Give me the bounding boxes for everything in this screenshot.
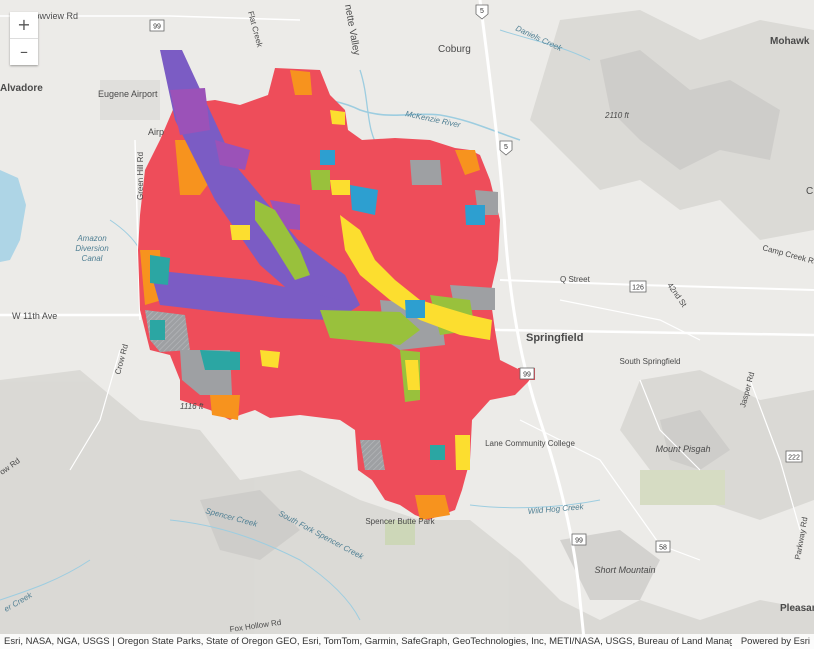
label-springfield: Springfield xyxy=(526,332,583,344)
label-elev-1116: 1116 ft xyxy=(180,402,204,411)
zoom-control: + – xyxy=(10,12,38,65)
label-c: C xyxy=(806,186,813,197)
shield-99-south: 99 xyxy=(571,533,587,546)
label-q-street: Q Street xyxy=(560,275,591,284)
park-area xyxy=(640,470,725,505)
label-amazon-1: Amazon xyxy=(76,234,107,243)
shield-58: 58 xyxy=(655,540,671,553)
shield-99: 99 xyxy=(149,19,165,32)
label-spencer-butte: Spencer Butte Park xyxy=(365,517,435,526)
label-pleasant: Pleasant xyxy=(780,603,814,614)
label-coburg: Coburg xyxy=(438,44,471,55)
label-green-hill: Green Hill Rd xyxy=(136,152,145,200)
label-short-mountain: Short Mountain xyxy=(594,565,655,575)
shield-126: 126 xyxy=(629,280,647,293)
svg-text:58: 58 xyxy=(659,545,667,552)
label-mount-pisgah: Mount Pisgah xyxy=(655,444,710,454)
svg-text:5: 5 xyxy=(504,144,508,151)
map-canvas[interactable]: 99 5 5 126 222 58 99 99 Meadowview Rd Co… xyxy=(0,0,814,649)
label-mohawk: Mohawk xyxy=(770,36,810,47)
label-amazon-3: Canal xyxy=(82,254,103,263)
label-amazon-2: Diversion xyxy=(75,244,109,253)
svg-text:126: 126 xyxy=(632,285,644,292)
powered-by-esri[interactable]: Powered by Esri xyxy=(741,634,810,649)
svg-text:99: 99 xyxy=(153,24,161,31)
label-elev-2110: 2110 ft xyxy=(604,111,630,120)
attribution-bar: Esri, NASA, NGA, USGS | Oregon State Par… xyxy=(0,634,814,649)
label-eugene-airport: Eugene Airport xyxy=(98,89,158,99)
svg-text:222: 222 xyxy=(788,455,800,462)
attribution-sources: Esri, NASA, NGA, USGS | Oregon State Par… xyxy=(4,636,732,647)
svg-text:5: 5 xyxy=(480,8,484,15)
label-alvadore: Alvadore xyxy=(0,83,43,94)
svg-text:99: 99 xyxy=(523,372,531,379)
label-airport: Airp xyxy=(148,127,164,137)
shield-222: 222 xyxy=(785,450,803,463)
label-w11th: W 11th Ave xyxy=(12,311,57,321)
airport-area xyxy=(100,80,160,120)
zoom-out-button[interactable]: – xyxy=(10,38,38,65)
svg-text:99: 99 xyxy=(575,538,583,545)
zoom-in-button[interactable]: + xyxy=(10,12,38,38)
shield-99-springfield: 99 xyxy=(519,367,535,380)
label-south-springfield: South Springfield xyxy=(620,357,681,366)
label-lane-cc: Lane Community College xyxy=(485,439,575,448)
